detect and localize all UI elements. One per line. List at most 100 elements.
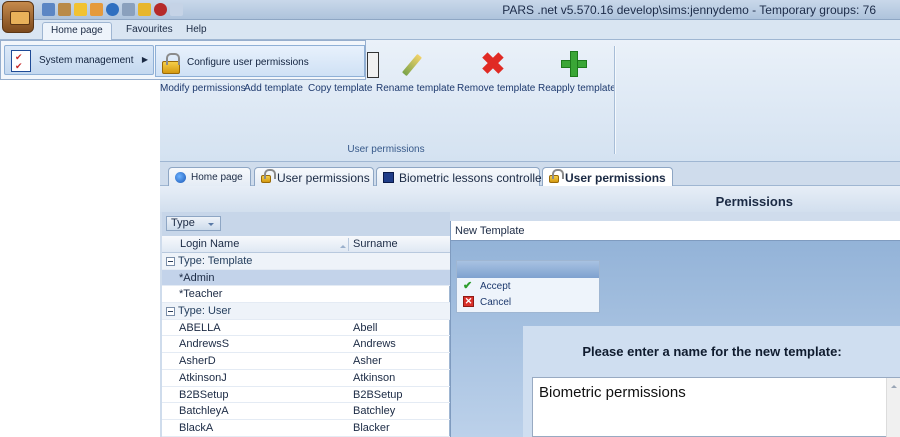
table-row[interactable]: AndrewsS Andrews — [162, 336, 450, 354]
group-row[interactable]: Type: Template — [162, 253, 450, 270]
surname-cell: Blacker — [353, 421, 390, 434]
bug-icon[interactable] — [154, 3, 167, 16]
info-icon[interactable] — [106, 3, 119, 16]
doc-tab-label: User permissions — [277, 171, 370, 185]
login-name-cell: BatchleyA — [179, 405, 229, 418]
qat-dropdown-icon[interactable] — [170, 3, 183, 16]
modify-permissions-label: Modify permissions — [160, 83, 246, 94]
home-icon[interactable] — [42, 3, 55, 16]
quick-access-toolbar — [42, 3, 183, 16]
table-row[interactable]: BlackA Blacker — [162, 420, 450, 437]
plus-icon — [560, 51, 588, 79]
ribbon-separator-highlight — [615, 46, 616, 154]
warning-icon[interactable] — [74, 3, 87, 16]
login-name-cell: BlackA — [179, 421, 214, 434]
tab-help[interactable]: Help — [178, 22, 215, 40]
table-row[interactable]: *Admin — [162, 269, 450, 287]
group-by-area: Type — [162, 212, 450, 236]
table-row[interactable]: ABELLA Abell — [162, 320, 450, 337]
add-template-label: Add template — [244, 83, 303, 94]
pencil-icon — [398, 51, 426, 79]
lock-icon — [261, 169, 276, 183]
cancel-button[interactable]: ✕ Cancel — [457, 294, 599, 310]
ribbon-tab-strip: Home page Favourites Help — [0, 20, 900, 40]
lock-icon — [549, 169, 564, 183]
login-name-cell: AtkinsonJ — [179, 371, 227, 384]
ribbon-group-caption: User permissions — [347, 144, 425, 155]
surname-cell: Asher — [353, 355, 382, 368]
collapse-icon[interactable] — [166, 307, 175, 317]
group-row[interactable]: Type: User — [162, 303, 450, 320]
group-label: Type: User — [178, 305, 232, 318]
column-header-login-name[interactable]: Login Name — [180, 238, 239, 250]
menu-item-configure-user-permissions[interactable]: Configure user permissions — [155, 45, 365, 77]
doc-tab-user-permissions-active[interactable]: User permissions — [542, 167, 673, 188]
permissions-header: Permissions — [160, 186, 900, 212]
collapse-icon[interactable] — [166, 257, 175, 266]
submenu-arrow-icon: ▶ — [141, 55, 148, 64]
table-row[interactable]: AtkinsonJ Atkinson — [162, 370, 450, 387]
template-name-field[interactable]: Biometric permissions — [532, 377, 900, 437]
login-name-cell: *Teacher — [179, 288, 223, 301]
group-by-type-chip[interactable]: Type — [166, 216, 221, 231]
surname-cell: B2BSetup — [353, 388, 403, 401]
tab-favourites[interactable]: Favourites — [118, 22, 181, 40]
x-icon: ✖ — [480, 48, 506, 81]
remove-template-button[interactable]: ✖ Remove template — [457, 45, 536, 95]
doc-tab-home-page[interactable]: Home page — [168, 167, 251, 187]
notebook-icon[interactable] — [58, 3, 71, 16]
monitor-icon — [383, 172, 394, 183]
table-row[interactable]: AsherD Asher — [162, 353, 450, 370]
dialog-title: New Template — [455, 225, 525, 237]
login-name-cell: B2BSetup — [179, 388, 229, 401]
lock-icon — [162, 53, 180, 74]
user-search-icon[interactable] — [90, 3, 103, 16]
menu-item-system-management[interactable]: System management ▶ — [4, 45, 154, 75]
app-menu-button[interactable] — [2, 1, 34, 33]
surname-cell: Andrews — [353, 338, 396, 351]
green-check-icon: ✔ — [463, 280, 473, 292]
action-panel-header — [457, 261, 599, 278]
table-row[interactable]: B2BSetup B2BSetup — [162, 387, 450, 404]
surname-cell: Atkinson — [353, 371, 396, 384]
grid-rows: Type: Template *Admin *Teacher Type: Use… — [162, 253, 450, 437]
document-tab-strip: Home page User permissions Biometric les… — [160, 162, 900, 188]
surname-cell: Abell — [353, 321, 378, 334]
app-menu-left-column — [0, 40, 160, 437]
remove-template-label: Remove template — [457, 83, 536, 94]
accept-button[interactable]: ✔ Accept — [457, 278, 599, 294]
users-grid: Type Login Name Surname Type: Template *… — [162, 212, 450, 437]
lock-icon[interactable] — [138, 3, 151, 16]
cancel-label: Cancel — [480, 297, 512, 308]
column-divider[interactable] — [348, 238, 349, 251]
accept-label: Accept — [480, 281, 511, 292]
reapply-template-label: Reapply template — [538, 83, 616, 94]
tab-home-page[interactable]: Home page — [42, 22, 112, 40]
dialog-title-bar: New Template — [451, 221, 900, 241]
doc-tab-user-permissions[interactable]: User permissions — [254, 167, 374, 187]
table-row[interactable]: *Teacher — [162, 286, 450, 304]
scrollbar[interactable] — [886, 378, 900, 437]
title-bar: PARS .net v5.570.16 develop\sims:jennyde… — [0, 0, 900, 20]
doc-tab-biometric-lessons-controller[interactable]: Biometric lessons controller — [376, 167, 546, 187]
doc-tab-label: Biometric lessons controller — [399, 171, 546, 185]
dialog-action-panel: ✔ Accept ✕ Cancel — [456, 260, 600, 313]
panel-title: Permissions — [715, 194, 793, 209]
login-name-cell: *Admin — [179, 271, 215, 284]
reapply-template-button[interactable]: Reapply template — [538, 45, 616, 94]
doc-tab-label: User permissions — [565, 171, 666, 185]
menu-item-label: System management — [39, 55, 134, 66]
rename-template-label: Rename template — [376, 83, 455, 94]
printer-icon[interactable] — [122, 3, 135, 16]
new-template-dialog: New Template ✔ Accept ✕ Cancel Please en… — [450, 221, 900, 437]
rename-template-button[interactable]: Rename template — [376, 45, 455, 94]
submenu-item-label: Configure user permissions — [187, 57, 309, 68]
table-row[interactable]: BatchleyA Batchley — [162, 403, 450, 420]
template-name-value: Biometric permissions — [539, 384, 686, 401]
column-header-surname[interactable]: Surname — [353, 238, 398, 250]
dialog-prompt: Please enter a name for the new template… — [582, 344, 842, 359]
home-icon — [175, 172, 186, 183]
copy-template-label: Copy template — [308, 83, 373, 94]
group-label: Type: Template — [178, 255, 253, 267]
login-name-cell: ABELLA — [179, 321, 221, 334]
